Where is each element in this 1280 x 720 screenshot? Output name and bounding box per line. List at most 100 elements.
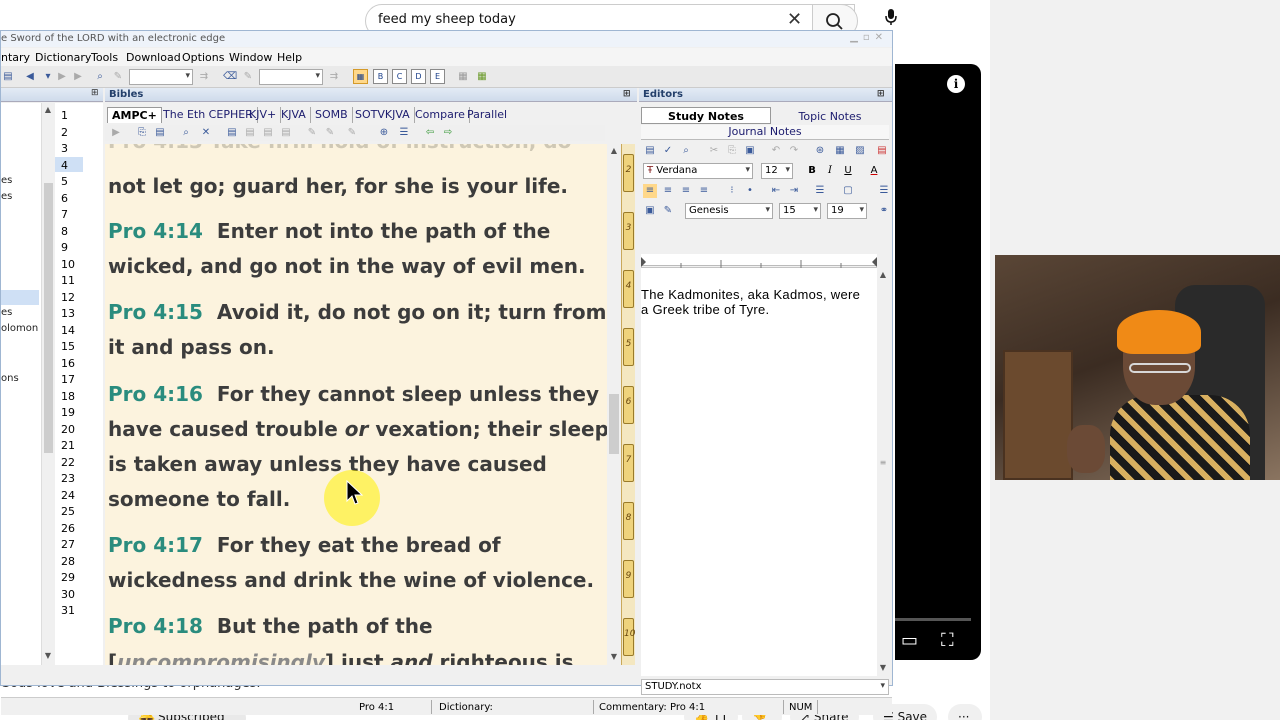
link-icon[interactable]: ⚭ bbox=[877, 204, 891, 218]
chapter-item[interactable]: 22 bbox=[61, 456, 75, 469]
tab-kjv-plus[interactable]: KJV+ bbox=[245, 107, 282, 123]
chapter-item[interactable]: 8 bbox=[61, 225, 68, 238]
bullet-list-icon[interactable]: • bbox=[743, 184, 757, 198]
graphics-icon[interactable]: ▦ bbox=[475, 70, 489, 84]
menu-help[interactable]: Help bbox=[277, 51, 302, 64]
view-bible-icon[interactable]: B bbox=[373, 69, 388, 84]
theater-mode-icon[interactable]: ▭ bbox=[901, 630, 918, 651]
tab-ampc[interactable]: AMPC+ bbox=[107, 107, 162, 123]
chapter-item[interactable]: 21 bbox=[61, 439, 75, 452]
back-arrow-icon[interactable]: ◀ bbox=[23, 70, 37, 84]
search-combo[interactable] bbox=[129, 69, 193, 85]
margin-marker[interactable]: 9 bbox=[623, 560, 634, 598]
list-icon[interactable]: ☰ bbox=[397, 126, 411, 140]
fullscreen-icon[interactable]: ⛶ bbox=[941, 630, 954, 651]
chapter-item[interactable]: 27 bbox=[61, 538, 75, 551]
view-layout-icon[interactable]: ▦ bbox=[353, 69, 368, 84]
tree-item[interactable]: ons bbox=[1, 373, 19, 384]
clear-search-icon[interactable]: ✕ bbox=[787, 9, 802, 30]
panel-icon[interactable]: ▦ bbox=[456, 70, 470, 84]
youtube-search-input[interactable]: feed my sheep today bbox=[378, 12, 516, 27]
chapter-select[interactable]: 15 bbox=[779, 203, 821, 219]
tab-compare[interactable]: Compare bbox=[411, 107, 470, 123]
edit-icon[interactable]: ✎ bbox=[661, 204, 675, 218]
document-icon[interactable]: ▤ bbox=[279, 126, 293, 140]
verse-reference[interactable]: Pro 4:15 bbox=[108, 300, 203, 324]
new-icon[interactable]: ▤ bbox=[643, 144, 657, 158]
tree-item[interactable]: es bbox=[1, 191, 12, 202]
previous-chapter-icon[interactable]: ⇦ bbox=[423, 126, 437, 140]
next-arrow-icon[interactable]: ▶ bbox=[71, 70, 85, 84]
chapter-item[interactable]: 5 bbox=[61, 175, 68, 188]
chapter-item[interactable]: 28 bbox=[61, 555, 75, 568]
tree-item[interactable]: olomon bbox=[1, 323, 38, 334]
tree-selected-item[interactable] bbox=[1, 290, 39, 305]
table-icon[interactable]: ▦ bbox=[833, 144, 847, 158]
note-icon[interactable]: ✎ bbox=[345, 126, 359, 140]
chapter-item[interactable]: 10 bbox=[61, 258, 75, 271]
tab-topic-notes[interactable]: Topic Notes bbox=[771, 109, 889, 124]
tab-journal-notes[interactable]: Journal Notes bbox=[641, 125, 889, 140]
chapter-item[interactable]: 15 bbox=[61, 340, 75, 353]
chapter-item[interactable]: 11 bbox=[61, 274, 75, 287]
margin-marker[interactable]: 7 bbox=[623, 444, 634, 482]
tree-item[interactable]: es bbox=[1, 307, 12, 318]
margin-marker[interactable]: 6 bbox=[623, 386, 634, 424]
verse-reference[interactable]: Pro 4:17 bbox=[108, 533, 203, 557]
find-icon[interactable]: ⌕ bbox=[679, 144, 693, 158]
chapter-item[interactable]: 25 bbox=[61, 505, 75, 518]
margin-marker[interactable]: 3 bbox=[623, 212, 634, 250]
document-icon[interactable]: ▤ bbox=[243, 126, 257, 140]
zoom-icon[interactable]: ⊕ bbox=[377, 126, 391, 140]
highlight-icon[interactable]: ✎ bbox=[241, 70, 255, 84]
tab-eth-cepher[interactable]: The Eth CEPHER bbox=[159, 107, 258, 123]
cut-icon[interactable]: ✂ bbox=[707, 144, 721, 158]
font-name-select[interactable]: Ŧ Verdana bbox=[643, 163, 753, 179]
pin-icon[interactable]: ⊞ bbox=[623, 89, 631, 99]
view-editor-icon[interactable]: E bbox=[430, 69, 445, 84]
chapter-item[interactable]: 12 bbox=[61, 291, 75, 304]
save-icon[interactable]: ▣ bbox=[643, 204, 657, 218]
copy-icon[interactable]: ⎘ bbox=[135, 126, 149, 140]
redo-icon[interactable]: ↷ bbox=[787, 144, 801, 158]
tree-item[interactable]: es bbox=[1, 175, 12, 186]
margin-marker[interactable]: 4 bbox=[623, 270, 634, 308]
paste-icon[interactable]: ▣ bbox=[743, 144, 757, 158]
font-color-icon[interactable]: A bbox=[867, 164, 881, 178]
bold-icon[interactable]: B bbox=[805, 164, 819, 178]
eraser-icon[interactable]: ⌫ bbox=[223, 70, 237, 84]
reference-combo[interactable] bbox=[259, 69, 323, 85]
search-binoculars-icon[interactable]: ⌕ bbox=[93, 70, 107, 84]
editor-ruler[interactable] bbox=[641, 254, 877, 269]
undo-icon[interactable]: ↶ bbox=[769, 144, 783, 158]
document-icon[interactable]: ▤ bbox=[261, 126, 275, 140]
video-player[interactable] bbox=[895, 64, 981, 660]
tree-scrollbar[interactable]: ▲ ▼ bbox=[41, 103, 54, 665]
tab-parallel[interactable]: Parallel bbox=[463, 107, 511, 123]
chapter-item[interactable]: 7 bbox=[61, 208, 68, 221]
margin-marker[interactable]: 5 bbox=[623, 328, 634, 366]
scroll-down-icon[interactable]: ▼ bbox=[42, 651, 54, 660]
view-dictionary-icon[interactable]: D bbox=[411, 69, 426, 84]
chapter-item[interactable]: 4 bbox=[61, 159, 68, 172]
chapter-item[interactable]: 18 bbox=[61, 390, 75, 403]
menu-tools[interactable]: Tools bbox=[91, 51, 118, 64]
numbered-list-icon[interactable]: ⁝ bbox=[725, 184, 739, 198]
copy-icon[interactable]: ⎘ bbox=[725, 144, 739, 158]
tab-kjva[interactable]: KJVA bbox=[277, 107, 311, 123]
chapter-item[interactable]: 16 bbox=[61, 357, 75, 370]
chapter-item[interactable]: 29 bbox=[61, 571, 75, 584]
note-icon[interactable]: ✎ bbox=[323, 126, 337, 140]
study-notes-editor[interactable]: The Kadmonites, aka Kadmos, were a Greek… bbox=[641, 268, 877, 676]
outdent-icon[interactable]: ⇤ bbox=[769, 184, 783, 198]
note-icon[interactable]: ✎ bbox=[305, 126, 319, 140]
verse-select[interactable]: 19 bbox=[827, 203, 867, 219]
info-icon[interactable]: i bbox=[947, 75, 965, 93]
menu-commentary[interactable]: ntary bbox=[1, 51, 30, 64]
chapter-item[interactable]: 1 bbox=[61, 109, 68, 122]
forward-arrow-icon[interactable]: ▶ bbox=[55, 70, 69, 84]
scroll-grip-icon[interactable]: ≡ bbox=[877, 458, 889, 467]
jump-icon[interactable]: ⇉ bbox=[327, 70, 341, 84]
go-icon[interactable]: ⇉ bbox=[197, 70, 211, 84]
list-icon[interactable]: ☰ bbox=[877, 184, 891, 198]
